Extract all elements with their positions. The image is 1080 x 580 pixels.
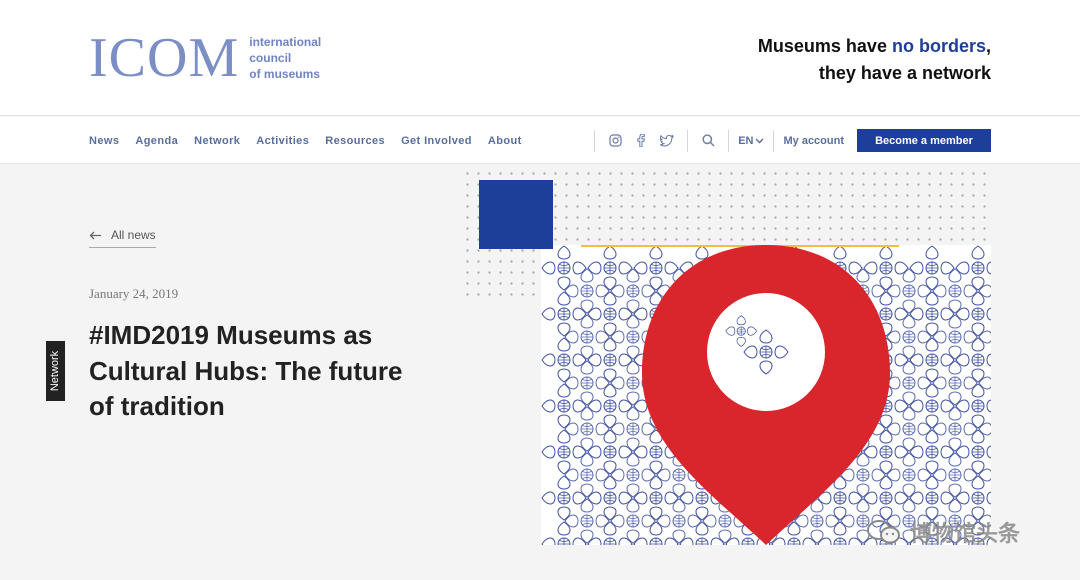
arrow-left-icon [89, 231, 101, 239]
all-news-link[interactable]: All news [89, 228, 156, 248]
instagram-icon[interactable] [604, 130, 626, 152]
search-icon[interactable] [697, 130, 719, 152]
become-member-button[interactable]: Become a member [857, 129, 991, 152]
category-label: Network [49, 350, 62, 392]
site-tagline: Museums have no borders, they have a net… [758, 33, 991, 87]
hero-illustration [541, 245, 991, 545]
divider [773, 129, 775, 152]
nav-link-get-involved[interactable]: Get Involved [401, 135, 472, 147]
logo-subtitle-line-2: council [249, 51, 292, 65]
tagline-part-2: , [985, 36, 991, 56]
category-tag[interactable]: Network [46, 341, 65, 401]
tagline-line-1: Museums have no borders, [758, 33, 991, 60]
divider [687, 129, 689, 152]
nav-link-about[interactable]: About [488, 135, 522, 147]
article-title: #IMD2019 Museums as Cultural Hubs: The f… [89, 320, 403, 421]
site-header: ICOM international council of museums Mu… [0, 0, 1080, 116]
nav-utilities: EN My account Become a member [585, 117, 991, 164]
language-label: EN [738, 134, 754, 147]
tagline-part-1: Museums have [757, 36, 892, 56]
divider [594, 129, 596, 152]
icom-logo[interactable]: ICOM international council of museums [89, 30, 321, 86]
chevron-down-icon [755, 138, 764, 143]
logo-subtitle-line-3: of museums [249, 67, 320, 81]
my-account-link[interactable]: My account [783, 135, 844, 147]
nav-link-activities[interactable]: Activities [256, 135, 309, 147]
blue-square-decoration [479, 180, 553, 249]
logo-wordmark: ICOM [89, 27, 240, 89]
nav-link-network[interactable]: Network [194, 135, 240, 147]
tagline-highlight: no borders [891, 36, 986, 56]
hero-image [462, 168, 992, 548]
twitter-icon[interactable] [656, 130, 678, 152]
nav-link-agenda[interactable]: Agenda [135, 135, 178, 147]
facebook-icon[interactable] [630, 130, 652, 152]
wechat-icon [867, 520, 900, 544]
divider [728, 129, 730, 152]
all-news-label: All news [111, 228, 156, 242]
main-navigation: News Agenda Network Activities Resources… [0, 117, 1080, 164]
logo-subtitle: international council of museums [249, 34, 321, 82]
nav-link-news[interactable]: News [89, 135, 119, 147]
watermark: 博物馆头条 [866, 516, 1020, 548]
nav-links: News Agenda Network Activities Resources… [89, 117, 522, 164]
article-date: January 24, 2019 [89, 286, 179, 301]
nav-link-resources[interactable]: Resources [325, 135, 385, 147]
language-selector[interactable]: EN [738, 135, 764, 147]
watermark-text: 博物馆头条 [910, 521, 1021, 546]
tagline-line-2: they have a network [818, 63, 991, 83]
logo-subtitle-line-1: international [249, 35, 322, 49]
